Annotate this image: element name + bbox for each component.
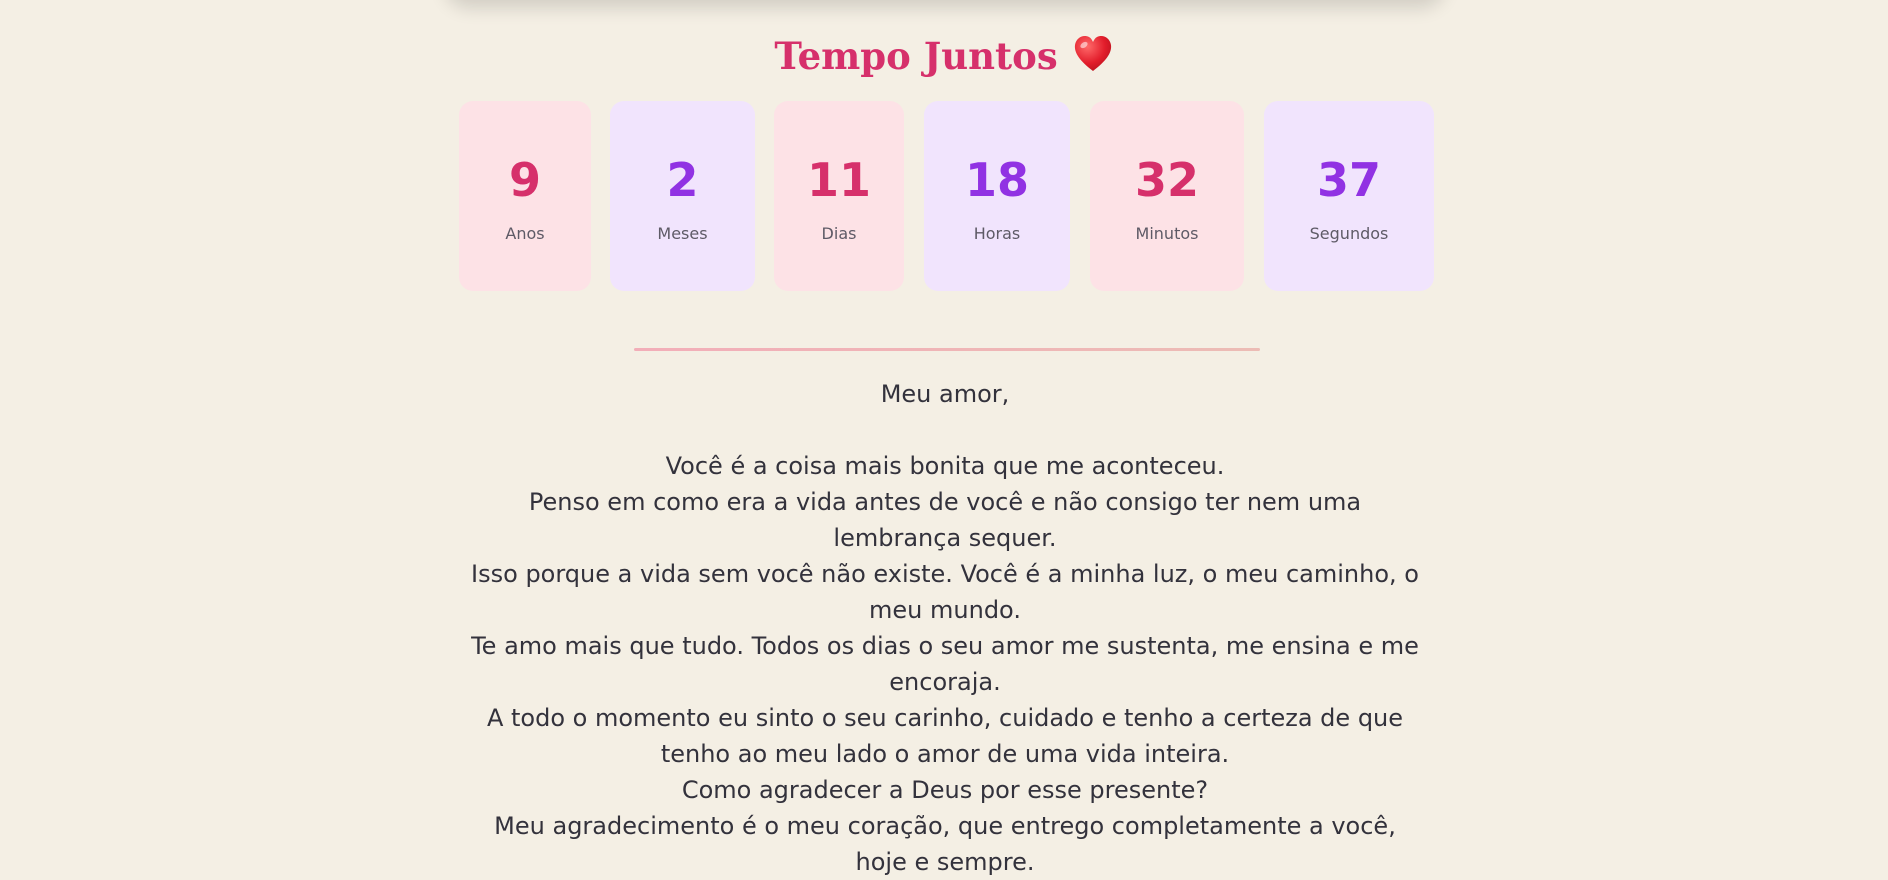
letter-line: Meu agradecimento é o meu coração, que e… <box>494 812 1396 876</box>
counter-card-years: 9 Anos <box>459 101 591 291</box>
counter-label-years: Anos <box>505 224 545 243</box>
counter-label-hours: Horas <box>973 224 1021 243</box>
counter-card-minutes: 32 Minutos <box>1090 101 1244 291</box>
section-divider <box>634 348 1260 351</box>
counter-value-minutes: 32 <box>1134 153 1199 207</box>
counter-card-seconds: 37 Segundos <box>1264 101 1434 291</box>
love-letter: Meu amor, Você é a coisa mais bonita que… <box>465 376 1425 880</box>
letter-line: Você é a coisa mais bonita que me aconte… <box>665 452 1225 480</box>
letter-line: Isso porque a vida sem você não existe. … <box>471 560 1419 624</box>
counter-label-minutes: Minutos <box>1135 224 1199 243</box>
counter-label-months: Meses <box>657 224 708 243</box>
counter-label-seconds: Segundos <box>1309 224 1389 243</box>
letter-greeting: Meu amor, <box>880 380 1010 408</box>
letter-line: A todo o momento eu sinto o seu carinho,… <box>486 704 1404 768</box>
counter-value-seconds: 37 <box>1316 153 1381 207</box>
heart-icon <box>1072 33 1114 75</box>
counter-value-days: 11 <box>806 153 871 207</box>
letter-line: Como agradecer a Deus por esse presente? <box>681 776 1209 804</box>
counter-value-hours: 18 <box>964 153 1029 207</box>
page-title-text: Tempo Juntos <box>774 34 1058 78</box>
counter-label-days: Dias <box>821 224 857 243</box>
counter-card-days: 11 Dias <box>774 101 904 291</box>
counter-value-months: 2 <box>666 153 699 207</box>
page-title: Tempo Juntos <box>0 30 1888 82</box>
counter-value-years: 9 <box>508 153 541 207</box>
counter-card-months: 2 Meses <box>610 101 755 291</box>
letter-line: Penso em como era a vida antes de você e… <box>528 488 1362 552</box>
counter-card-hours: 18 Horas <box>924 101 1070 291</box>
time-together-counters: 9 Anos 2 Meses 11 Dias 18 Horas 32 Minut… <box>0 101 1888 291</box>
letter-line: Te amo mais que tudo. Todos os dias o se… <box>471 632 1419 696</box>
